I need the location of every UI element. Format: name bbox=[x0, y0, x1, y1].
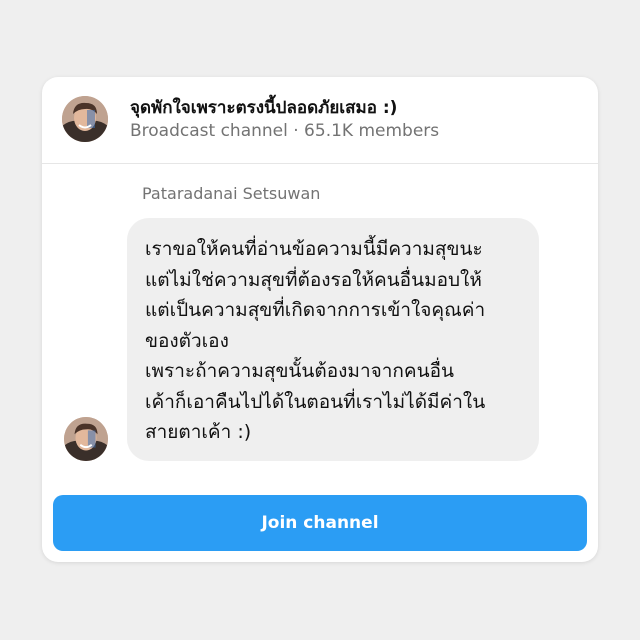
message-line: เค้าก็เอาคืนไปได้ในตอนที่เราไม่ได้มีค่าใ… bbox=[145, 390, 486, 413]
sender-avatar[interactable] bbox=[64, 417, 108, 461]
profile-photo-icon bbox=[64, 417, 108, 461]
join-channel-button[interactable]: Join channel bbox=[53, 495, 587, 551]
channel-header[interactable]: จุดพักใจเพราะตรงนี้ปลอดภัยเสมอ :) Broadc… bbox=[42, 77, 598, 164]
message-line: สายตาเค้า :) bbox=[145, 421, 252, 443]
message-line: เราขอให้คนที่อ่านข้อความนี้มีความสุขนะ bbox=[145, 238, 483, 260]
channel-subtitle: Broadcast channel · 65.1K members bbox=[130, 121, 440, 141]
message-line: ของตัวเอง bbox=[145, 329, 229, 352]
page: จุดพักใจเพราะตรงนี้ปลอดภัยเสมอ :) Broadc… bbox=[0, 0, 640, 640]
channel-card: จุดพักใจเพราะตรงนี้ปลอดภัยเสมอ :) Broadc… bbox=[42, 77, 598, 562]
profile-photo-icon bbox=[62, 96, 108, 142]
sender-name: Pataradanai Setsuwan bbox=[142, 184, 321, 203]
message-bubble: เราขอให้คนที่อ่านข้อความนี้มีความสุขนะ แ… bbox=[127, 218, 539, 461]
message-line: เพราะถ้าความสุขนั้นต้องมาจากคนอื่น bbox=[145, 360, 455, 382]
message-line: แต่เป็นความสุขที่เกิดจากการเข้าใจคุณค่า bbox=[145, 299, 486, 321]
channel-title: จุดพักใจเพราะตรงนี้ปลอดภัยเสมอ :) bbox=[130, 98, 398, 118]
channel-avatar[interactable] bbox=[62, 96, 108, 142]
message-line: แต่ไม่ใช่ความสุขที่ต้องรอให้คนอื่นมอบให้ bbox=[145, 268, 482, 291]
